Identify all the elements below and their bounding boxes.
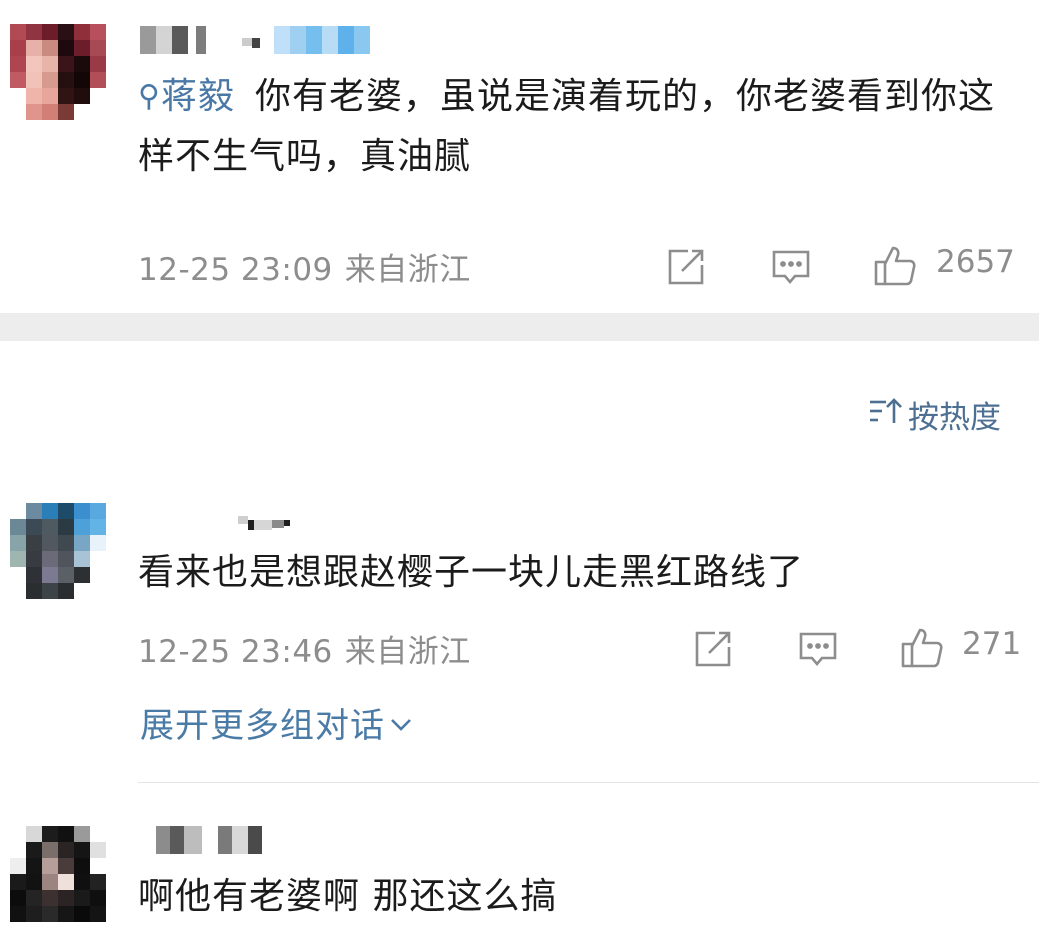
share-icon[interactable] bbox=[693, 629, 733, 669]
share-icon[interactable] bbox=[666, 247, 706, 287]
location: 来自浙江 bbox=[344, 252, 471, 288]
avatar[interactable] bbox=[10, 503, 106, 599]
chevron-down-icon bbox=[389, 703, 413, 743]
comment-text: 啊他有老婆啊 那还这么搞 bbox=[138, 876, 558, 917]
expand-label: 展开更多组对话 bbox=[140, 706, 385, 746]
like-count: 271 bbox=[962, 626, 1022, 662]
like-count: 2657 bbox=[936, 244, 1015, 280]
username-redacted[interactable] bbox=[218, 504, 290, 532]
divider bbox=[138, 782, 1039, 783]
avatar[interactable] bbox=[10, 24, 106, 120]
sort-icon bbox=[868, 396, 902, 434]
section-separator bbox=[0, 313, 1039, 341]
username-redacted[interactable] bbox=[140, 26, 370, 54]
comment-meta: 12-25 23:09 来自浙江 bbox=[138, 244, 471, 289]
search-icon: ⚲ bbox=[138, 79, 161, 114]
username-redacted[interactable] bbox=[156, 826, 262, 854]
sort-toggle[interactable]: 按热度 bbox=[868, 392, 1001, 437]
avatar[interactable] bbox=[10, 826, 106, 922]
thumbs-up-icon[interactable] bbox=[900, 626, 944, 670]
timestamp: 12-25 23:46 bbox=[138, 634, 333, 670]
comment-meta: 12-25 23:46 来自浙江 bbox=[138, 626, 471, 671]
comment-icon[interactable] bbox=[771, 247, 811, 287]
timestamp: 12-25 23:09 bbox=[138, 252, 333, 288]
expand-conversation-link[interactable]: 展开更多组对话 bbox=[140, 698, 413, 747]
user-mention-link[interactable]: ⚲蒋毅 bbox=[138, 76, 235, 117]
comment-text: ⚲蒋毅 你有老婆，虽说是演着玩的，你老婆看到你这样不生气吗，真油腻 bbox=[138, 68, 1018, 186]
comment-icon[interactable] bbox=[798, 629, 838, 669]
sort-label: 按热度 bbox=[908, 400, 1001, 436]
location: 来自浙江 bbox=[344, 634, 471, 670]
comment-text: 看来也是想跟赵樱子一块儿走黑红路线了 bbox=[138, 552, 805, 593]
thumbs-up-icon[interactable] bbox=[873, 244, 917, 288]
